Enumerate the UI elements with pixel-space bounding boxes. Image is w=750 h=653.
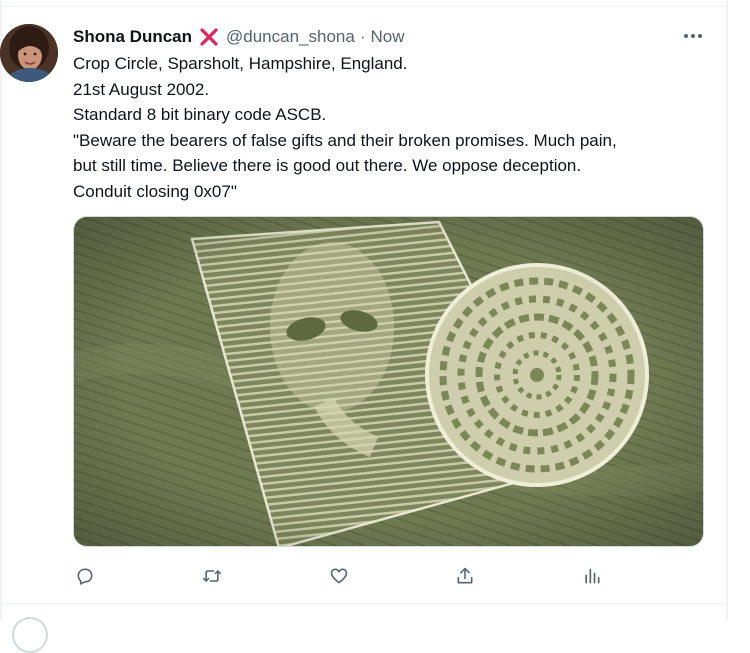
tweet[interactable]: Shona Duncan @duncan_shona · Now Crop Ci…	[0, 7, 726, 603]
tweet-line: "Beware the bearers of false gifts and t…	[73, 130, 617, 150]
more-horizontal-icon[interactable]	[681, 26, 705, 46]
reply-icon[interactable]	[73, 564, 97, 588]
tweet-line: but still time. Believe there is good ou…	[73, 156, 582, 175]
red-x-icon	[199, 27, 219, 47]
next-tweet-avatar[interactable]	[12, 617, 48, 653]
tweet-bottom-divider	[0, 603, 727, 604]
timestamp[interactable]: Now	[371, 27, 405, 47]
author-name[interactable]: Shona Duncan	[73, 27, 192, 47]
avatar[interactable]	[0, 24, 58, 82]
separator-dot: ·	[359, 27, 366, 46]
like-icon[interactable]	[327, 564, 351, 588]
tweet-header: Shona Duncan @duncan_shona · Now	[73, 26, 405, 48]
share-icon[interactable]	[453, 564, 477, 588]
tweet-media-image[interactable]	[73, 216, 704, 547]
analytics-icon[interactable]	[580, 564, 604, 588]
tweet-text: Crop Circle, Sparsholt, Hampshire, Engla…	[73, 51, 713, 204]
tweet-line: Standard 8 bit binary code ASCB.	[73, 105, 327, 124]
author-handle[interactable]: @duncan_shona	[226, 27, 355, 47]
tweet-line: Conduit closing 0x07"	[73, 181, 237, 201]
retweet-icon[interactable]	[200, 564, 224, 588]
tweet-line: 21st August 2002.	[73, 79, 210, 99]
timeline-right-border	[726, 0, 728, 621]
tweet-line: Crop Circle, Sparsholt, Hampshire, Engla…	[73, 54, 408, 73]
tweet-actions	[0, 564, 726, 588]
